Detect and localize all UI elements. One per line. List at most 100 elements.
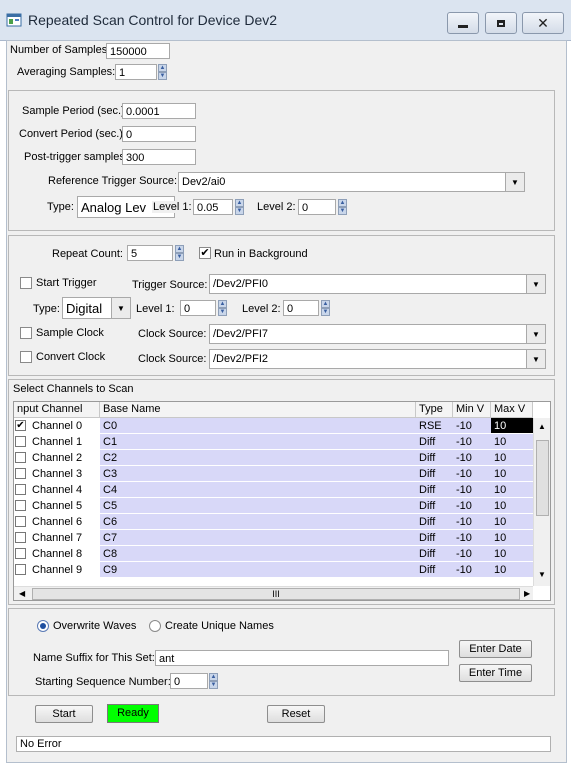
cell-input-channel[interactable]: Channel 4 <box>14 482 100 498</box>
suffix-field[interactable]: ant <box>155 650 449 666</box>
window-titlebar[interactable]: Repeated Scan Control for Device Dev2 ✕ <box>0 0 571 41</box>
channel-checkbox[interactable]: ✔ <box>15 420 26 431</box>
sample-clock-checkbox[interactable] <box>20 327 32 339</box>
table-row[interactable]: Channel 5 C5 Diff -10 10 <box>14 498 534 514</box>
cell-base-name[interactable]: C3 <box>100 466 416 482</box>
enter-date-button[interactable]: Enter Date <box>459 640 532 658</box>
ref-level2-field[interactable]: 0 <box>298 199 336 215</box>
start-trigger-checkbox[interactable] <box>20 277 32 289</box>
channel-checkbox[interactable] <box>15 436 26 447</box>
ref-level1-field[interactable]: 0.05 <box>193 199 233 215</box>
chevron-down-icon[interactable]: ▼ <box>111 298 130 318</box>
averaging-field[interactable]: 1 <box>115 64 157 80</box>
cell-type[interactable]: Diff <box>416 498 453 514</box>
cell-base-name[interactable]: C5 <box>100 498 416 514</box>
cell-min-v[interactable]: -10 <box>453 514 491 530</box>
column-header-input-channel[interactable]: nput Channel <box>14 402 100 418</box>
ref-level1-spinner[interactable]: ▲ ▼ <box>235 199 244 215</box>
cell-min-v[interactable]: -10 <box>453 530 491 546</box>
table-row[interactable]: Channel 6 C6 Diff -10 10 <box>14 514 534 530</box>
cell-base-name[interactable]: C8 <box>100 546 416 562</box>
table-row[interactable]: Channel 1 C1 Diff -10 10 <box>14 434 534 450</box>
averaging-spinner[interactable]: ▲ ▼ <box>158 64 167 80</box>
cell-type[interactable]: Diff <box>416 530 453 546</box>
start-level1-field[interactable]: 0 <box>180 300 216 316</box>
cell-base-name[interactable]: C2 <box>100 450 416 466</box>
cell-min-v[interactable]: -10 <box>453 546 491 562</box>
channel-checkbox[interactable] <box>15 564 26 575</box>
start-level2-field[interactable]: 0 <box>283 300 319 316</box>
ref-trigger-dropdown[interactable]: Dev2/ai0 ▼ <box>178 172 525 192</box>
cell-min-v[interactable]: -10 <box>453 466 491 482</box>
cell-max-v[interactable]: 10 <box>491 546 533 562</box>
cell-base-name[interactable]: C1 <box>100 434 416 450</box>
channel-checkbox[interactable] <box>15 484 26 495</box>
start-type-popup[interactable]: Digital ▼ <box>62 297 131 319</box>
cell-type[interactable]: Diff <box>416 562 453 578</box>
cell-type[interactable]: Diff <box>416 466 453 482</box>
cell-input-channel[interactable]: Channel 6 <box>14 514 100 530</box>
start-button[interactable]: Start <box>35 705 93 723</box>
cell-base-name[interactable]: C4 <box>100 482 416 498</box>
cell-min-v[interactable]: -10 <box>453 498 491 514</box>
cell-input-channel[interactable]: Channel 2 <box>14 450 100 466</box>
cell-max-v[interactable]: 10 <box>491 482 533 498</box>
start-level2-spinner[interactable]: ▲ ▼ <box>321 300 330 316</box>
table-row[interactable]: Channel 9 C9 Diff -10 10 <box>14 562 534 578</box>
column-header-base-name[interactable]: Base Name <box>100 402 416 418</box>
run-background-checkbox[interactable]: ✔ <box>199 247 211 259</box>
scroll-left-icon[interactable]: ◀ <box>19 589 25 598</box>
maximize-button[interactable] <box>485 12 517 34</box>
cell-max-v[interactable]: 10 <box>491 434 533 450</box>
cell-input-channel[interactable]: Channel 5 <box>14 498 100 514</box>
cell-min-v[interactable]: -10 <box>453 434 491 450</box>
cell-base-name[interactable]: C7 <box>100 530 416 546</box>
column-header-type[interactable]: Type <box>416 402 453 418</box>
chevron-down-icon[interactable]: ▼ <box>526 325 545 343</box>
cell-max-v[interactable]: 10 <box>491 466 533 482</box>
cell-max-v[interactable]: 10 <box>491 450 533 466</box>
channel-checkbox[interactable] <box>15 532 26 543</box>
cell-input-channel[interactable]: ✔ Channel 0 <box>14 418 100 434</box>
channel-table[interactable]: nput Channel Base Name Type Min V Max V … <box>13 401 551 601</box>
seq-number-spinner[interactable]: ▲ ▼ <box>209 673 218 689</box>
repeat-count-field[interactable]: 5 <box>127 245 173 261</box>
horizontal-scroll-thumb[interactable]: III <box>32 588 520 600</box>
close-button[interactable]: ✕ <box>522 12 564 34</box>
overwrite-radio[interactable] <box>37 620 49 632</box>
seq-number-field[interactable]: 0 <box>170 673 208 689</box>
cell-max-v[interactable]: 10 <box>491 514 533 530</box>
cell-base-name[interactable]: C9 <box>100 562 416 578</box>
cell-input-channel[interactable]: Channel 3 <box>14 466 100 482</box>
cell-base-name[interactable]: C6 <box>100 514 416 530</box>
cell-max-v[interactable]: 10 <box>491 562 533 578</box>
clock-source-dropdown[interactable]: /Dev2/PFI7 ▼ <box>209 324 546 344</box>
table-row[interactable]: ✔ Channel 0 C0 RSE -10 10 <box>14 418 534 434</box>
chevron-down-icon[interactable]: ▼ <box>526 275 545 293</box>
horizontal-scrollbar[interactable]: ◀ III ▶ <box>14 586 533 600</box>
chevron-down-icon[interactable]: ▼ <box>505 173 524 191</box>
cell-max-v[interactable]: 10 <box>491 418 533 434</box>
table-row[interactable]: Channel 2 C2 Diff -10 10 <box>14 450 534 466</box>
reset-button[interactable]: Reset <box>267 705 325 723</box>
ref-level2-spinner[interactable]: ▲ ▼ <box>338 199 347 215</box>
vertical-scroll-thumb[interactable] <box>536 440 549 516</box>
channel-checkbox[interactable] <box>15 500 26 511</box>
cell-min-v[interactable]: -10 <box>453 482 491 498</box>
chevron-down-icon[interactable]: ▼ <box>526 350 545 368</box>
channel-checkbox[interactable] <box>15 452 26 463</box>
cell-max-v[interactable]: 10 <box>491 530 533 546</box>
cell-type[interactable]: Diff <box>416 546 453 562</box>
scroll-down-icon[interactable]: ▼ <box>538 570 546 579</box>
column-header-min-v[interactable]: Min V <box>453 402 491 418</box>
column-header-max-v[interactable]: Max V <box>491 402 533 418</box>
table-row[interactable]: Channel 3 C3 Diff -10 10 <box>14 466 534 482</box>
table-row[interactable]: Channel 8 C8 Diff -10 10 <box>14 546 534 562</box>
post-trigger-field[interactable]: 300 <box>122 149 196 165</box>
trigger-source-dropdown[interactable]: /Dev2/PFI0 ▼ <box>209 274 546 294</box>
start-level1-spinner[interactable]: ▲ ▼ <box>218 300 227 316</box>
cell-type[interactable]: Diff <box>416 482 453 498</box>
cell-base-name[interactable]: C0 <box>100 418 416 434</box>
cell-type[interactable]: Diff <box>416 434 453 450</box>
cell-max-v[interactable]: 10 <box>491 498 533 514</box>
